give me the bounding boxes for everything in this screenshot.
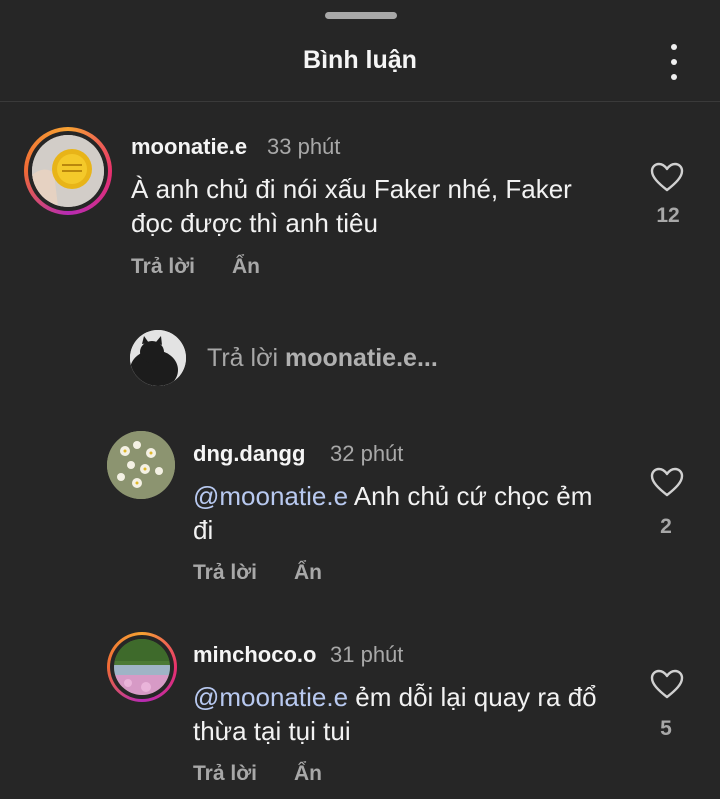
reply-button[interactable]: Trả lời (131, 255, 195, 279)
heart-icon[interactable] (650, 467, 684, 497)
reply-button[interactable]: Trả lời (193, 561, 257, 585)
heart-icon[interactable] (650, 162, 684, 192)
reply-input-prefix: Trả lời (207, 344, 285, 372)
avatar[interactable] (107, 431, 175, 499)
page-title: Bình luận (303, 46, 417, 74)
comment-text: @moonatie.e Anh chủ cứ chọc ẻm đi (193, 479, 603, 547)
mention-link[interactable]: @moonatie.e (193, 682, 348, 712)
heart-icon[interactable] (650, 669, 684, 699)
comment-username[interactable]: dng.dangg (193, 441, 305, 467)
hide-button[interactable]: Ẩn (294, 561, 322, 585)
comment-time: 33 phút (267, 134, 341, 159)
like-count: 12 (656, 204, 680, 227)
header-divider (0, 101, 720, 102)
comment-username[interactable]: minchoco.o (193, 642, 316, 668)
hide-button[interactable]: Ẩn (294, 762, 322, 786)
avatar[interactable] (107, 632, 177, 702)
avatar[interactable] (24, 127, 112, 215)
more-options-icon[interactable] (660, 44, 688, 80)
comment-time: 31 phút (330, 642, 404, 667)
reply-input-target: moonatie.e... (284, 344, 438, 372)
comment-time: 32 phút (330, 441, 404, 466)
comment-text: @moonatie.e ẻm dỗi lại quay ra đổ thừa t… (193, 680, 613, 748)
reply-input[interactable]: Trả lời moonatie.e... (207, 344, 438, 373)
like-count: 2 (660, 515, 672, 538)
comment-username[interactable]: moonatie.e (131, 134, 247, 160)
comment-text: À anh chủ đi nói xấu Faker nhé, Faker đọ… (131, 174, 572, 238)
drag-handle[interactable] (325, 12, 397, 19)
reply-button[interactable]: Trả lời (193, 762, 257, 786)
comments-header: Bình luận (0, 40, 720, 86)
avatar (130, 330, 186, 386)
hide-button[interactable]: Ẩn (232, 255, 260, 279)
mention-link[interactable]: @moonatie.e (193, 481, 348, 511)
like-count: 5 (660, 717, 672, 740)
